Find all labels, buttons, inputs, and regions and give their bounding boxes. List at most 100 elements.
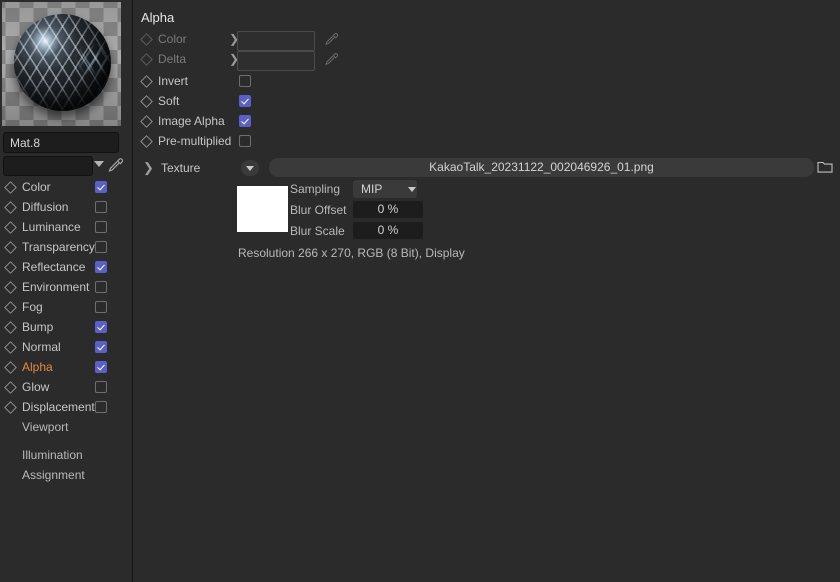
property-label: Soft (158, 94, 180, 108)
sidebar-item-displacement[interactable]: Displacement (0, 397, 132, 417)
chevron-right-icon[interactable]: ❯ (143, 160, 154, 176)
chevron-down-icon (246, 166, 254, 171)
texture-thumbnail[interactable] (237, 186, 288, 232)
diamond-icon (4, 201, 17, 214)
texture-path-field[interactable]: KakaoTalk_20231122_002046926_01.png (269, 158, 814, 177)
diamond-icon (4, 241, 17, 254)
chevron-down-icon[interactable] (94, 161, 104, 167)
diamond-icon (140, 95, 153, 108)
channel-checkbox-bump[interactable] (95, 321, 107, 333)
channel-label: Diffusion (22, 200, 69, 214)
channel-label: Fog (22, 300, 43, 314)
diamond-icon (4, 381, 17, 394)
diamond-icon (140, 135, 153, 148)
channel-label: Alpha (22, 360, 53, 374)
sidebar-item-alpha[interactable]: Alpha (0, 357, 132, 377)
preview-sphere (14, 14, 111, 111)
material-editor-window: Mat.8 Color Diffusion Luminance Transpar… (0, 0, 840, 582)
diamond-icon (140, 115, 153, 128)
sidebar-item-assignment[interactable]: Assignment (0, 465, 132, 485)
diamond-icon (4, 321, 17, 334)
material-select-field[interactable] (3, 156, 93, 176)
property-label: Delta (158, 52, 187, 66)
blur-offset-field[interactable]: 0 % (353, 201, 423, 218)
diamond-icon (140, 75, 153, 88)
diamond-icon (4, 181, 17, 194)
channel-label: Bump (22, 320, 54, 334)
sampling-row: Sampling MIP (290, 180, 490, 198)
property-row-image-alpha[interactable]: Image Alpha (133, 111, 840, 131)
diamond-icon (140, 53, 153, 66)
sidebar-item-luminance[interactable]: Luminance (0, 217, 132, 237)
channel-label: Glow (22, 380, 50, 394)
chevron-down-icon[interactable] (408, 187, 416, 192)
eyedropper-icon[interactable] (323, 51, 339, 67)
texture-dropdown-button[interactable] (241, 160, 259, 176)
channel-checkbox-fog[interactable] (95, 301, 107, 313)
color-swatch-field[interactable] (237, 31, 315, 51)
sidebar-item-viewport[interactable]: Viewport (0, 417, 132, 437)
invert-checkbox[interactable] (239, 75, 251, 87)
material-name-field[interactable]: Mat.8 (3, 132, 119, 153)
sidebar-item-bump[interactable]: Bump (0, 317, 132, 337)
property-row-soft[interactable]: Soft (133, 91, 840, 111)
diamond-icon (4, 361, 17, 374)
delta-swatch-field[interactable] (237, 51, 315, 71)
blur-scale-row: Blur Scale 0 % (290, 222, 490, 240)
texture-label: Texture (161, 161, 201, 175)
diamond-icon (4, 261, 17, 274)
texture-resolution-info: Resolution 266 x 270, RGB (8 Bit), Displ… (238, 246, 465, 260)
sidebar-item-illumination[interactable]: Illumination (0, 445, 132, 465)
soft-checkbox[interactable] (239, 95, 251, 107)
property-row-pre-multiplied[interactable]: Pre-multiplied (133, 131, 840, 151)
diamond-icon (140, 33, 153, 46)
sidebar-item-fog[interactable]: Fog (0, 297, 132, 317)
channel-label: Luminance (22, 220, 81, 234)
sidebar-item-transparency[interactable]: Transparency (0, 237, 132, 257)
preview-sphere-rim (14, 14, 111, 111)
channel-checkbox-reflectance[interactable] (95, 261, 107, 273)
channel-checkbox-color[interactable] (95, 181, 107, 193)
material-preview-thumbnail[interactable] (2, 2, 121, 126)
channel-checkbox-alpha[interactable] (95, 361, 107, 373)
sidebar-item-environment[interactable]: Environment (0, 277, 132, 297)
diamond-icon (4, 281, 17, 294)
pre-multiplied-checkbox[interactable] (239, 135, 251, 147)
channel-label: Environment (22, 280, 90, 294)
channel-checkbox-displacement[interactable] (95, 401, 107, 413)
alpha-properties-panel: Alpha Color ❯ Delta ❯ Invert Soft Image … (133, 0, 840, 582)
channel-label: Color (22, 180, 51, 194)
channel-list: Color Diffusion Luminance Transparency R (0, 177, 132, 485)
sidebar-item-color[interactable]: Color (0, 177, 132, 197)
channel-label: Displacement (22, 400, 95, 414)
channel-checkbox-normal[interactable] (95, 341, 107, 353)
property-label: Invert (158, 74, 189, 88)
image-alpha-checkbox[interactable] (239, 115, 251, 127)
channel-checkbox-luminance[interactable] (95, 221, 107, 233)
property-label: Image Alpha (158, 114, 225, 128)
material-sidebar: Mat.8 Color Diffusion Luminance Transpar… (0, 0, 133, 582)
channel-checkbox-glow[interactable] (95, 381, 107, 393)
diamond-icon (4, 401, 17, 414)
eyedropper-icon[interactable] (323, 31, 339, 47)
channel-label: Normal (22, 340, 61, 354)
channel-checkbox-diffusion[interactable] (95, 201, 107, 213)
folder-icon[interactable] (817, 160, 833, 174)
channel-checkbox-transparency[interactable] (95, 241, 107, 253)
property-label: Color (158, 32, 187, 46)
diamond-icon (4, 341, 17, 354)
sidebar-item-normal[interactable]: Normal (0, 337, 132, 357)
diamond-icon (4, 221, 17, 234)
sidebar-item-glow[interactable]: Glow (0, 377, 132, 397)
property-row-invert[interactable]: Invert (133, 71, 840, 91)
blur-scale-field[interactable]: 0 % (353, 222, 423, 239)
page-title: Alpha (141, 10, 175, 25)
sidebar-item-reflectance[interactable]: Reflectance (0, 257, 132, 277)
eyedropper-icon[interactable] (106, 156, 124, 174)
property-row-color: Color ❯ (133, 29, 840, 51)
property-row-delta: Delta ❯ (133, 49, 840, 71)
channel-label: Transparency (22, 240, 95, 254)
sidebar-item-diffusion[interactable]: Diffusion (0, 197, 132, 217)
channel-checkbox-environment[interactable] (95, 281, 107, 293)
